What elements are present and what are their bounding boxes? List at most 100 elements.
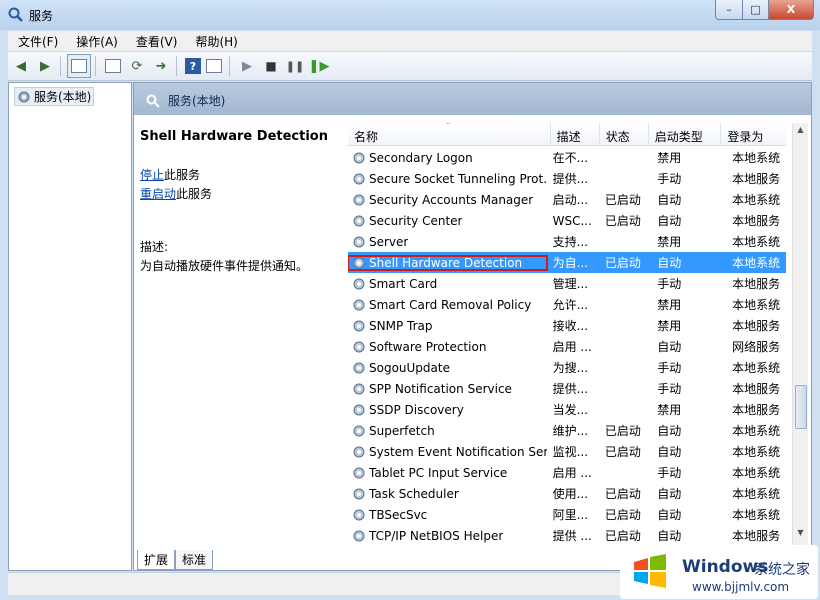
table-row[interactable]: Superfetch 维护... 已启动 自动 本地系统 [348,420,786,441]
forward-arrow-icon[interactable]: ▶ [34,55,56,77]
service-description: 当发... [552,403,589,417]
column-header-name[interactable]: ⌃ 名称 [348,123,551,145]
column-header-status[interactable]: 状态 [600,123,649,145]
gear-icon [352,235,366,249]
service-name-cell[interactable]: Security Center [348,214,547,228]
console-tree-icon[interactable] [67,54,91,78]
service-name-cell[interactable]: System Event Notification Ser... [348,445,547,459]
minimize-button[interactable]: – [715,0,743,20]
service-description: 在不... [552,151,589,165]
scroll-thumb[interactable] [795,385,807,429]
service-name-cell[interactable]: Security Accounts Manager [348,193,547,207]
tree-item-label: 服务(本地) [34,90,92,104]
table-row[interactable]: System Event Notification Ser... 监视... 已启动… [348,441,786,462]
service-name-cell[interactable]: Smart Card Removal Policy [348,298,547,312]
service-logon: 本地服务 [732,172,781,186]
service-name-cell[interactable]: Secure Socket Tunneling Prot... [348,172,547,186]
description-label: 描述: [140,240,169,254]
table-row[interactable]: Secure Socket Tunneling Prot... 提供... 手动 本地… [348,168,786,189]
maximize-button[interactable]: □ [743,0,769,20]
service-name-cell[interactable]: SNMP Trap [348,319,547,333]
service-name-cell[interactable]: Task Scheduler [348,487,547,501]
stop-service-icon[interactable]: ■ [260,55,282,77]
service-description: 提供... [552,172,589,186]
service-status: 已启动 [604,193,641,207]
column-header-startup[interactable]: 启动类型 [649,123,722,145]
table-row[interactable]: TCP/IP NetBIOS Helper 提供 ... 已启动 自动 本地服务 [348,525,786,546]
menu-file[interactable]: 文件(F) [8,31,66,51]
service-logon: 本地系统 [732,466,781,480]
gear-icon [352,508,366,522]
service-name-cell[interactable]: TBSecSvc [348,508,547,522]
service-name-cell[interactable]: SPP Notification Service [348,382,547,396]
console-tree: 服务(本地) [8,82,132,571]
pause-service-icon[interactable]: ❚❚ [284,55,306,77]
start-service-icon[interactable]: ▶ [236,55,258,77]
toolbar-separator [60,56,61,76]
table-row[interactable]: Security Accounts Manager 启动... 已启动 自动 本地系统 [348,189,786,210]
show-hide-icon[interactable] [203,55,225,77]
restart-service-icon[interactable]: ❚▶ [308,55,330,77]
restart-service-link[interactable]: 重启动 [140,187,176,201]
menu-help[interactable]: 帮助(H) [185,31,245,51]
service-name-cell[interactable]: Tablet PC Input Service [348,466,547,480]
menu-view[interactable]: 查看(V) [126,31,186,51]
column-header-description[interactable]: 描述 [551,123,600,145]
service-name-cell[interactable]: Superfetch [348,424,547,438]
table-row[interactable]: Smart Card Removal Policy 允许... 禁用 本地系统 [348,294,786,315]
search-icon [146,94,160,108]
close-button[interactable]: X [769,0,814,20]
stop-service-link[interactable]: 停止 [140,168,164,182]
table-row[interactable]: Task Scheduler 使用... 已启动 自动 本地系统 [348,483,786,504]
service-startup-type: 自动 [657,445,682,459]
table-row[interactable]: Smart Card 管理... 手动 本地服务 [348,273,786,294]
tab-extended[interactable]: 扩展 [137,550,176,570]
table-row[interactable]: Software Protection 启用 ... 自动 网络服务 [348,336,786,357]
gear-icon [352,424,366,438]
table-row[interactable]: SPP Notification Service 提供... 手动 本地服务 [348,378,786,399]
tree-item-services-local[interactable]: 服务(本地) [14,87,95,106]
service-name-cell[interactable]: SogouUpdate [348,361,547,375]
vertical-scrollbar[interactable]: ▲ ▼ [792,123,808,546]
description-text: 为自动播放硬件事件提供通知。 [140,259,309,273]
service-logon: 本地系统 [732,193,781,207]
export-icon[interactable]: ➜ [150,55,172,77]
gear-icon [352,445,366,459]
service-name-cell[interactable]: Shell Hardware Detection [348,254,548,271]
tab-standard[interactable]: 标准 [175,550,214,570]
gear-icon [352,487,366,501]
caption-buttons: – □ X [715,0,814,20]
service-status: 已启动 [604,529,641,543]
table-row[interactable]: SSDP Discovery 当发... 禁用 本地服务 [348,399,786,420]
service-name: SogouUpdate [369,360,450,375]
gear-icon [352,193,366,207]
table-row[interactable]: SNMP Trap 接收... 禁用 本地服务 [348,315,786,336]
table-row[interactable]: Tablet PC Input Service 启用 ... 手动 本地系统 [348,462,786,483]
refresh-icon[interactable]: ⟳ [126,55,148,77]
table-row[interactable]: Security Center WSC... 已启动 自动 本地服务 [348,210,786,231]
service-name-cell[interactable]: Smart Card [348,277,547,291]
table-row[interactable]: TBSecSvc 阿里... 已启动 自动 本地系统 [348,504,786,525]
table-row[interactable]: Shell Hardware Detection 为自... 已启动 自动 本地系统 [348,252,786,273]
service-name-cell[interactable]: TCP/IP NetBIOS Helper [348,529,547,543]
gear-icon [352,214,366,228]
service-name-cell[interactable]: SSDP Discovery [348,403,547,417]
scroll-down-icon[interactable]: ▼ [793,528,808,544]
service-name-cell[interactable]: Software Protection [348,340,547,354]
back-arrow-icon[interactable]: ◀ [10,55,32,77]
table-row[interactable]: Server 支持... 禁用 本地系统 [348,231,786,252]
service-startup-type: 自动 [657,487,682,501]
service-description: 启用 ... [552,466,592,480]
menu-action[interactable]: 操作(A) [66,31,126,51]
scroll-up-icon[interactable]: ▲ [793,125,808,141]
table-row[interactable]: SogouUpdate 为搜... 手动 本地系统 [348,357,786,378]
gear-icon [352,361,366,375]
help-icon[interactable]: ? [185,58,201,74]
properties-icon[interactable] [102,55,124,77]
column-header-logon[interactable]: 登录为 [721,123,786,145]
service-name-cell[interactable]: Secondary Logon [348,151,547,165]
service-name-cell[interactable]: Server [348,235,547,249]
service-logon: 本地系统 [732,151,781,165]
search-icon [8,7,23,22]
table-row[interactable]: Secondary Logon 在不... 禁用 本地系统 [348,147,786,168]
